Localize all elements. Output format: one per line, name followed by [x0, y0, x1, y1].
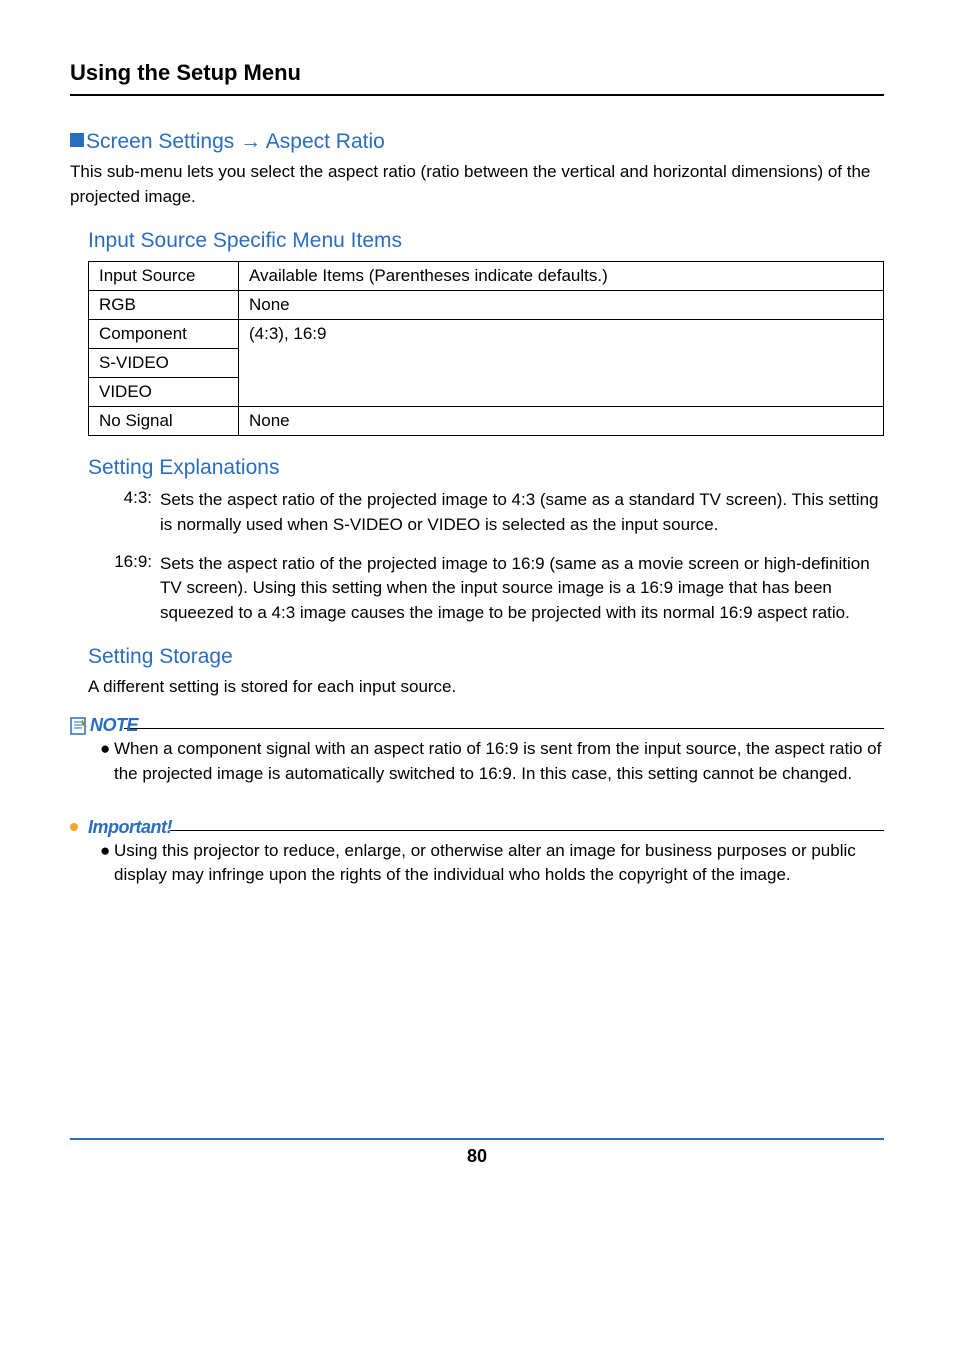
input-source-table: Input Source Available Items (Parenthese…: [88, 261, 884, 436]
important-label-text: Important!: [88, 817, 172, 838]
page-header-title: Using the Setup Menu: [70, 60, 884, 86]
note-bullet: ● When a component signal with an aspect…: [100, 737, 884, 786]
table-cell: No Signal: [89, 407, 239, 436]
footer-rule: [70, 1138, 884, 1140]
table-row: No Signal None: [89, 407, 884, 436]
table-cell: RGB: [89, 291, 239, 320]
important-bullet-text: Using this projector to reduce, enlarge,…: [114, 839, 884, 888]
table-cell: S-VIDEO: [89, 349, 239, 378]
setting-169-key: 16:9:: [112, 552, 160, 626]
important-bullet: ● Using this projector to reduce, enlarg…: [100, 839, 884, 888]
storage-text: A different setting is stored for each i…: [88, 677, 884, 697]
table-row: Component (4:3), 16:9: [89, 320, 884, 349]
note-rule: [124, 728, 884, 729]
section-title-suffix: Aspect Ratio: [261, 130, 385, 153]
note-label-text: NOTE: [90, 715, 138, 736]
table-head-items: Available Items (Parentheses indicate de…: [239, 262, 884, 291]
note-icon: [70, 717, 88, 735]
table-cell: None: [239, 407, 884, 436]
section-title-prefix: Screen Settings: [86, 130, 240, 153]
setting-169-row: 16:9: Sets the aspect ratio of the proje…: [112, 552, 884, 626]
header-rule: [70, 94, 884, 96]
square-bullet-icon: [70, 133, 84, 147]
table-row: Input Source Available Items (Parenthese…: [89, 262, 884, 291]
note-label: NOTE: [70, 715, 884, 736]
input-menu-title: Input Source Specific Menu Items: [88, 229, 884, 253]
important-rule: [170, 830, 884, 831]
important-dot-icon: [70, 823, 78, 831]
table-row: RGB None: [89, 291, 884, 320]
storage-title: Setting Storage: [88, 645, 884, 669]
section-title: Screen Settings → Aspect Ratio: [70, 130, 884, 154]
note-bullet-text: When a component signal with an aspect r…: [114, 737, 884, 786]
setting-43-key: 4:3:: [112, 488, 160, 537]
setting-169-value: Sets the aspect ratio of the projected i…: [160, 552, 884, 626]
arrow-icon: →: [240, 130, 261, 153]
table-cell: None: [239, 291, 884, 320]
page-number: 80: [70, 1146, 884, 1167]
table-cell: VIDEO: [89, 378, 239, 407]
explanations-title: Setting Explanations: [88, 456, 884, 480]
bullet-icon: ●: [100, 737, 114, 786]
table-cell: (4:3), 16:9: [239, 320, 884, 407]
table-cell: Component: [89, 320, 239, 349]
setting-43-row: 4:3: Sets the aspect ratio of the projec…: [112, 488, 884, 537]
section-intro: This sub-menu lets you select the aspect…: [70, 160, 884, 209]
table-head-source: Input Source: [89, 262, 239, 291]
bullet-icon: ●: [100, 839, 114, 888]
important-label: Important!: [70, 817, 884, 838]
setting-43-value: Sets the aspect ratio of the projected i…: [160, 488, 884, 537]
